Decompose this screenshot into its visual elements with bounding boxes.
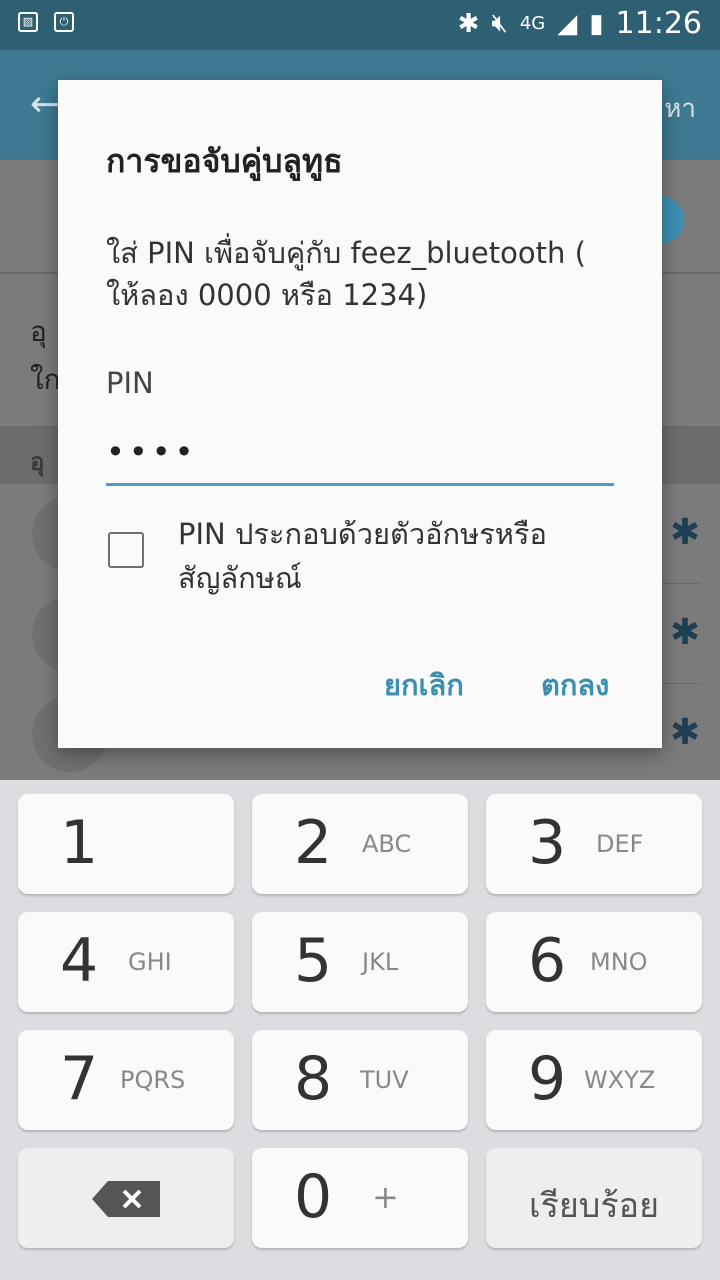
- gear-icon[interactable]: ✱: [670, 512, 700, 553]
- key-letters: GHI: [128, 948, 172, 976]
- numeric-keypad: 1 2 ABC 3 DEF 4 GHI 5 JKL 6 MNO 7 PQRS 8…: [0, 780, 720, 1280]
- clock: 11:26: [615, 6, 702, 41]
- back-arrow-icon[interactable]: ←: [30, 84, 60, 125]
- dialog-title: การขอจับคู่บลูทูธ: [106, 142, 343, 180]
- dialog-message: ใส่ PIN เพื่อจับคู่กับ feez_bluetooth ( …: [106, 236, 586, 312]
- app-bar-action[interactable]: หา: [664, 88, 696, 129]
- key-1[interactable]: 1: [18, 794, 234, 894]
- key-letters: TUV: [360, 1066, 409, 1094]
- key-digit: 5: [294, 926, 333, 996]
- description-text: อุ ใก: [30, 308, 61, 404]
- gallery-icon: ▨: [18, 12, 38, 32]
- alphanumeric-pin-checkbox[interactable]: [108, 532, 144, 568]
- alphanumeric-pin-option[interactable]: PIN ประกอบด้วยตัวอักษรหรือสัญลักษณ์: [108, 512, 618, 612]
- description-line-1: อุ: [30, 315, 47, 348]
- key-digit: 3: [528, 808, 567, 878]
- key-9[interactable]: 9 WXYZ: [486, 1030, 702, 1130]
- gear-icon[interactable]: ✱: [670, 712, 700, 753]
- key-4[interactable]: 4 GHI: [18, 912, 234, 1012]
- key-letters: DEF: [596, 830, 644, 858]
- key-digit: 9: [528, 1044, 567, 1114]
- key-letters: +: [372, 1178, 399, 1216]
- signal-icon: ◢: [557, 8, 578, 39]
- network-type: 4G: [519, 13, 546, 34]
- checkbox-label: PIN ประกอบด้วยตัวอักษรหรือสัญลักษณ์: [178, 517, 547, 595]
- key-0[interactable]: 0 +: [252, 1148, 468, 1248]
- pin-label: PIN: [106, 366, 154, 400]
- key-6[interactable]: 6 MNO: [486, 912, 702, 1012]
- key-digit: 8: [294, 1044, 333, 1114]
- key-letters: ABC: [362, 830, 412, 858]
- key-digit: 1: [60, 808, 99, 878]
- screen-mirror-icon: ⏻: [54, 12, 74, 32]
- key-digit: 6: [528, 926, 567, 996]
- cancel-button[interactable]: ยกเลิก: [384, 662, 464, 708]
- key-letters: PQRS: [120, 1066, 186, 1094]
- key-8[interactable]: 8 TUV: [252, 1030, 468, 1130]
- backspace-icon: [92, 1181, 160, 1217]
- ok-button[interactable]: ตกลง: [541, 662, 609, 708]
- key-3[interactable]: 3 DEF: [486, 794, 702, 894]
- key-digit: 0: [294, 1162, 333, 1232]
- section-label: อุ: [30, 448, 45, 476]
- gear-icon[interactable]: ✱: [670, 612, 700, 653]
- done-key[interactable]: เรียบร้อย: [486, 1148, 702, 1248]
- status-bar: ▨ ⏻ ✱ 🔇︎ 4G ◢ ▮ 11:26: [0, 0, 720, 50]
- bluetooth-pairing-dialog: การขอจับคู่บลูทูธ ใส่ PIN เพื่อจับคู่กับ…: [58, 80, 662, 748]
- done-label: เรียบร้อย: [529, 1186, 659, 1226]
- pin-input[interactable]: [106, 420, 614, 486]
- mute-icon: 🔇︎: [491, 8, 508, 38]
- bluetooth-icon: ✱: [457, 8, 480, 39]
- battery-icon: ▮: [589, 8, 604, 39]
- key-letters: JKL: [362, 948, 399, 976]
- key-digit: 2: [294, 808, 333, 878]
- key-digit: 4: [60, 926, 99, 996]
- key-7[interactable]: 7 PQRS: [18, 1030, 234, 1130]
- key-letters: MNO: [590, 948, 648, 976]
- description-line-2: ใก: [30, 363, 61, 396]
- backspace-key[interactable]: [18, 1148, 234, 1248]
- key-2[interactable]: 2 ABC: [252, 794, 468, 894]
- key-letters: WXYZ: [584, 1066, 656, 1094]
- key-5[interactable]: 5 JKL: [252, 912, 468, 1012]
- key-digit: 7: [60, 1044, 99, 1114]
